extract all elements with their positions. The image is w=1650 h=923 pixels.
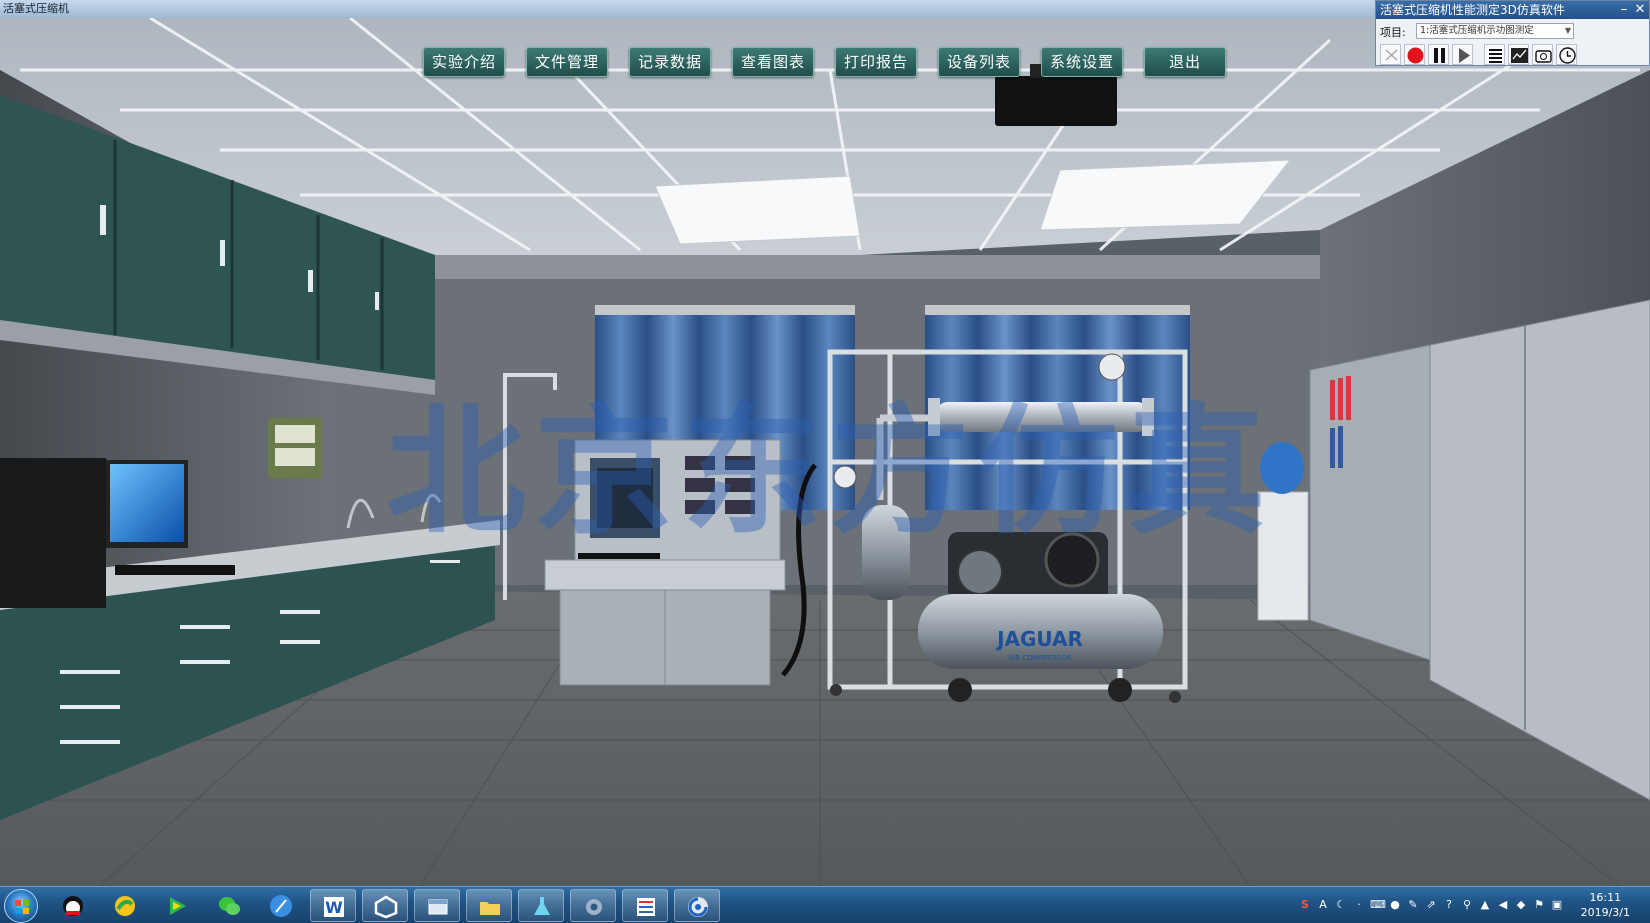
unknown-icon[interactable] [1380, 44, 1401, 65]
browser-icon [115, 896, 135, 916]
window-title-bar: 活塞式压缩机 [0, 0, 1375, 18]
moon-icon[interactable]: ☾ [1334, 898, 1348, 912]
network-icon[interactable]: ▣ [1550, 898, 1564, 912]
user-icon[interactable]: ● [1388, 898, 1402, 912]
taskbar-app-folder[interactable] [466, 889, 512, 922]
clock[interactable]: 16:11 2019/3/1 [1581, 890, 1630, 920]
clock-date: 2019/3/1 [1580, 906, 1630, 919]
help-icon[interactable]: ? [1442, 898, 1456, 912]
windows-explorer-icon [428, 899, 448, 915]
taskbar-app-feather[interactable] [258, 889, 304, 922]
minimize-button[interactable]: – [1617, 1, 1631, 19]
taskbar-app-media-player[interactable] [154, 889, 200, 922]
menu-print-report-button[interactable]: 打印报告 [835, 47, 917, 77]
menu-system-settings-button[interactable]: 系统设置 [1041, 47, 1123, 77]
record-icon [1407, 47, 1424, 64]
taskbar-app-wechat[interactable] [206, 889, 252, 922]
lab-scene-render: JAGUAR AIR COMPRESSOR 北京东方仿真 [0, 18, 1650, 886]
pause-button[interactable] [1428, 44, 1449, 65]
taskbar-app-settings[interactable] [570, 889, 616, 922]
taskbar: W S A ☾ · ⌨ ● ✎ ⇗? ⚲ ▲ ◀ ◆ ⚑ ▣ 16:11 2019/3/1 [0, 886, 1650, 923]
system-tray: S A ☾ · ⌨ ● ✎ ⇗? ⚲ ▲ ◀ ◆ ⚑ ▣ 16:11 2019/3/1 [1290, 887, 1650, 923]
flag-icon[interactable]: ⚑ [1532, 898, 1546, 912]
timer-button[interactable] [1556, 44, 1577, 65]
svg-text:W: W [325, 898, 343, 917]
volume-icon[interactable]: ◀ [1496, 898, 1510, 912]
lab-scene-viewport[interactable]: JAGUAR AIR COMPRESSOR 北京东方仿真 实验介绍 文件管理 记… [0, 18, 1650, 886]
taskbar-app-browser[interactable] [102, 889, 148, 922]
security-icon[interactable]: ◆ [1514, 898, 1528, 912]
taskbar-app-word[interactable]: W [310, 889, 356, 922]
control-toolbar [1376, 42, 1649, 66]
menu-view-charts-button[interactable]: 查看图表 [732, 47, 814, 77]
taskbar-app-qq[interactable] [50, 889, 96, 922]
wechat-icon [219, 897, 240, 915]
checklist-icon [637, 898, 655, 916]
unity-icon [374, 895, 398, 919]
ime-icon[interactable]: A [1316, 898, 1330, 912]
tool-icon[interactable]: ✎ [1406, 898, 1420, 912]
sogou-icon[interactable]: S [1298, 898, 1312, 912]
project-select-value: 1:活塞式压缩机示功图测定 [1420, 25, 1534, 36]
project-row: 项目: 1:活塞式压缩机示功图测定 ▼ [1376, 21, 1649, 41]
qq-icon [63, 896, 83, 916]
word-icon: W [324, 897, 344, 917]
menu-file-management-button[interactable]: 文件管理 [526, 47, 608, 77]
chart-icon [1511, 48, 1528, 63]
control-panel-title: 活塞式压缩机性能测定3D仿真软件 [1380, 3, 1565, 17]
record-button[interactable] [1404, 44, 1425, 65]
windows-logo-icon [15, 900, 29, 914]
taskbar-app-flask[interactable] [518, 889, 564, 922]
chevron-down-icon: ▼ [1564, 26, 1571, 35]
dot-icon[interactable]: · [1352, 898, 1366, 912]
play-icon [1459, 48, 1470, 63]
compressor-brand: JAGUAR [995, 627, 1083, 651]
menu-experiment-intro-button[interactable]: 实验介绍 [423, 47, 505, 77]
simulation-control-panel: 活塞式压缩机性能测定3D仿真软件 – ✕ 项目: 1:活塞式压缩机示功图测定 ▼ [1375, 0, 1650, 66]
keyboard-icon[interactable]: ⌨ [1370, 898, 1386, 912]
taskbar-app-unity[interactable] [362, 889, 408, 922]
project-select[interactable]: 1:活塞式压缩机示功图测定 ▼ [1416, 23, 1574, 39]
play-button[interactable] [1452, 44, 1473, 65]
window-title: 活塞式压缩机 [3, 2, 69, 15]
camera-icon [1535, 50, 1552, 63]
chart-button[interactable] [1508, 44, 1529, 65]
taskbar-app-checklist[interactable] [622, 889, 668, 922]
app-root: 活塞式压缩机 JAGUAR AIR COMPRESSOR 北京东方仿真 实验介绍… [0, 0, 1650, 923]
pause-icon [1434, 48, 1445, 63]
list-button[interactable] [1484, 44, 1505, 65]
clock-icon [1559, 47, 1576, 64]
start-button[interactable] [4, 889, 38, 923]
feather-icon [270, 895, 292, 917]
settings-icon [586, 899, 602, 915]
camera-button[interactable] [1532, 44, 1553, 65]
flask-icon [534, 897, 550, 915]
list-icon [1489, 49, 1502, 63]
taskbar-app-windows-explorer[interactable] [414, 889, 460, 922]
up-arrow-icon[interactable]: ▲ [1478, 898, 1492, 912]
menu-record-data-button[interactable]: 记录数据 [629, 47, 711, 77]
close-button[interactable]: ✕ [1633, 1, 1647, 19]
compressor-subtitle: AIR COMPRESSOR [1008, 654, 1071, 662]
chrome-icon [688, 897, 708, 917]
media-player-icon [170, 897, 186, 915]
menu-exit-button[interactable]: 退出 [1144, 47, 1226, 77]
folder-icon [480, 902, 500, 915]
taskbar-app-chrome[interactable] [674, 889, 720, 922]
usb-icon[interactable]: ⚲ [1460, 898, 1474, 912]
share-icon[interactable]: ⇗ [1424, 898, 1438, 912]
watermark-text: 北京东方仿真 [386, 391, 1274, 554]
menu-device-list-button[interactable]: 设备列表 [938, 47, 1020, 77]
project-label: 项目: [1380, 26, 1406, 39]
control-panel-title-bar: 活塞式压缩机性能测定3D仿真软件 – ✕ [1376, 1, 1649, 19]
clock-time: 16:11 [1589, 891, 1622, 904]
